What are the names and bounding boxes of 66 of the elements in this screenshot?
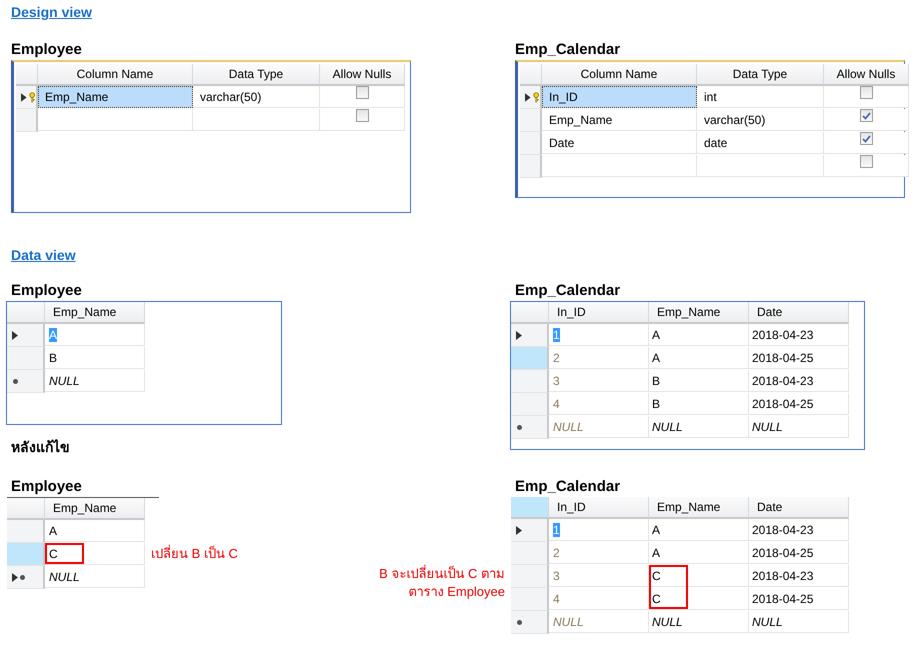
table-cell[interactable]: 2018-04-23 (749, 324, 849, 346)
table-cell[interactable]: NULL (749, 611, 849, 633)
table-cell[interactable]: 2018-04-25 (749, 393, 849, 415)
table-cell[interactable]: C (649, 588, 749, 610)
table-cell[interactable]: NULL (45, 566, 145, 588)
design-view-link[interactable]: Design view (11, 4, 92, 20)
table-cell[interactable]: B (649, 370, 749, 392)
column-header[interactable]: Emp_Name (649, 497, 749, 519)
table-cell[interactable]: 2018-04-23 (749, 519, 849, 541)
table-cell[interactable]: NULL (45, 370, 145, 392)
table-cell[interactable]: C (649, 565, 749, 587)
column-name-cell[interactable]: In_ID (542, 86, 697, 108)
column-name-cell[interactable]: Emp_Name (542, 109, 697, 131)
column-header[interactable]: Date (749, 497, 849, 519)
table-cell[interactable]: NULL (649, 416, 749, 438)
table-cell[interactable]: NULL (649, 611, 749, 633)
table-title: Emp_Calendar (515, 41, 622, 58)
data-type-cell[interactable]: date (697, 132, 824, 154)
column-header[interactable]: Data Type (697, 64, 824, 86)
annotation-note: เปลี่ยน B เป็น C (151, 545, 238, 563)
table-cell[interactable]: 2018-04-23 (749, 370, 849, 392)
table-cell[interactable]: A (649, 324, 749, 346)
data-view-link[interactable]: Data view (11, 247, 76, 263)
column-header[interactable]: Allow Nulls (320, 64, 405, 86)
table-cell[interactable]: B (45, 347, 145, 369)
table-cell[interactable]: 3 (549, 565, 649, 587)
column-header[interactable]: In_ID (549, 497, 649, 519)
table-cell[interactable]: 2 (549, 347, 649, 369)
table-title: Emp_Calendar (515, 478, 622, 495)
section-heading: หลังแก้ไข (11, 438, 71, 457)
annotation-note: B จะเปลี่ยนเป็น C ตาม ตาราง Employee (378, 565, 505, 601)
table-title: Emp_Calendar (515, 282, 622, 299)
table-cell[interactable]: NULL (549, 611, 649, 633)
table-cell[interactable]: 4 (549, 393, 649, 415)
table-title: Employee (11, 41, 83, 58)
table-cell[interactable]: NULL (549, 416, 649, 438)
column-name-cell[interactable]: Date (542, 132, 697, 154)
data-type-cell[interactable]: int (697, 86, 824, 108)
column-header[interactable]: Emp_Name (45, 498, 145, 520)
column-header[interactable]: In_ID (549, 302, 649, 324)
column-header[interactable]: Emp_Name (649, 302, 749, 324)
table-cell[interactable]: A (649, 347, 749, 369)
table-cell[interactable]: A (649, 519, 749, 541)
table-cell[interactable]: A (649, 542, 749, 564)
data-type-cell[interactable]: varchar(50) (697, 109, 824, 131)
table-cell[interactable]: C (45, 543, 145, 565)
column-header[interactable]: Allow Nulls (824, 64, 909, 86)
column-name-cell[interactable]: Emp_Name (38, 86, 193, 108)
column-header[interactable]: Date (749, 302, 849, 324)
column-header[interactable]: Column Name (542, 64, 697, 86)
table-cell[interactable]: NULL (749, 416, 849, 438)
table-cell[interactable]: 4 (549, 588, 649, 610)
column-header[interactable]: Emp_Name (45, 302, 145, 324)
table-cell[interactable]: 2018-04-25 (749, 542, 849, 564)
table-cell[interactable]: 3 (549, 370, 649, 392)
table-cell[interactable]: A (45, 520, 145, 542)
table-cell[interactable]: 2 (549, 542, 649, 564)
table-title: Employee (11, 282, 83, 299)
table-cell[interactable]: 2018-04-23 (749, 565, 849, 587)
table-cell[interactable]: B (649, 393, 749, 415)
table-cell[interactable]: 2018-04-25 (749, 588, 849, 610)
table-cell[interactable]: 2018-04-25 (749, 347, 849, 369)
column-header[interactable]: Data Type (193, 64, 320, 86)
data-type-cell[interactable]: varchar(50) (193, 86, 320, 108)
table-title: Employee (11, 478, 83, 495)
column-header[interactable]: Column Name (38, 64, 193, 86)
